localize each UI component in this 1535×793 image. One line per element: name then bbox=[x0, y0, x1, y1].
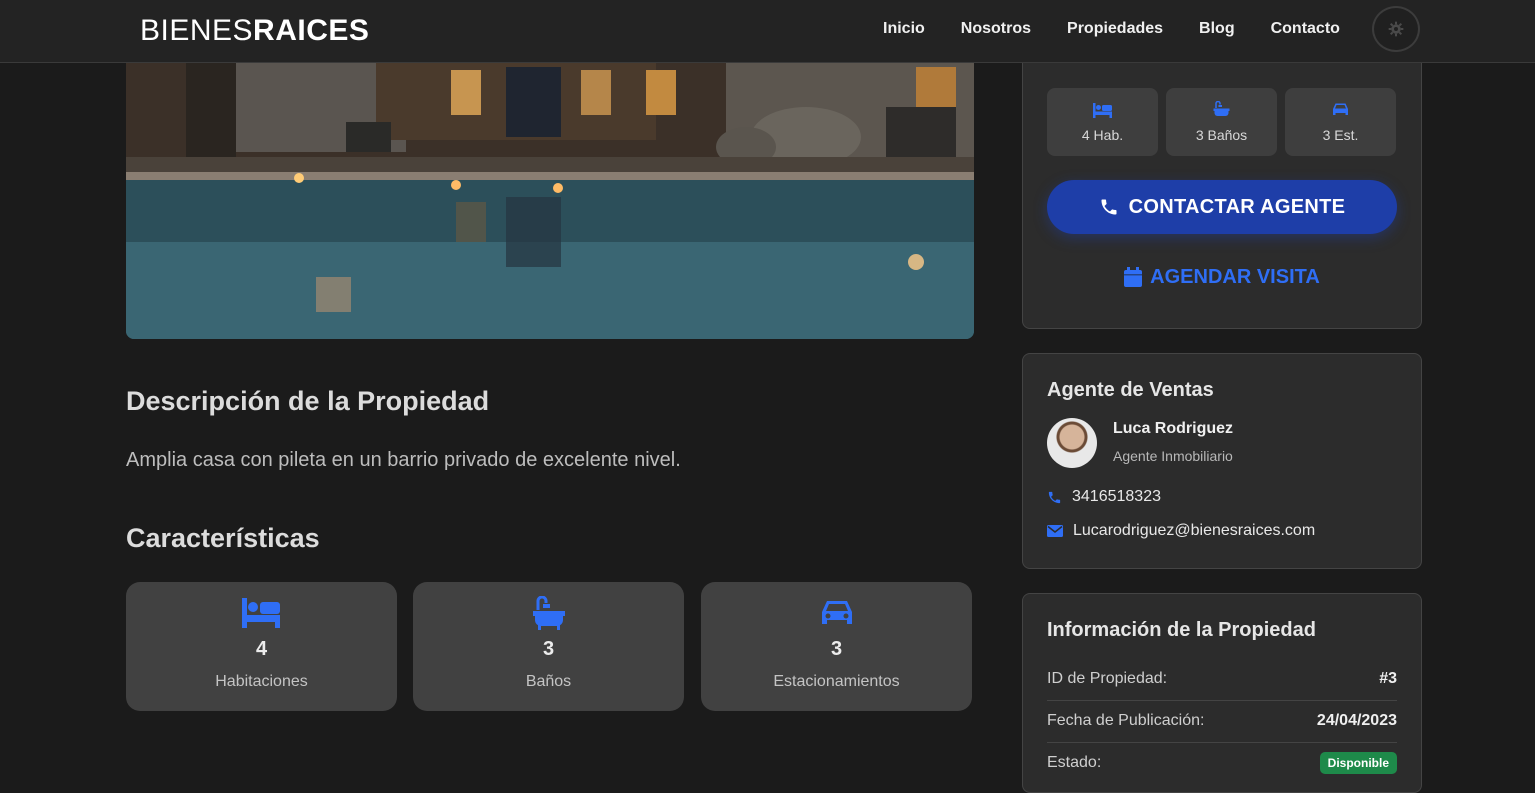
feature-card-estacionamientos: 3 Estacionamientos bbox=[701, 582, 972, 711]
agent-card: Agente de Ventas Luca Rodriguez Agente I… bbox=[1022, 353, 1422, 569]
description-title: Descripción de la Propiedad bbox=[126, 386, 490, 416]
nav-link-propiedades[interactable]: Propiedades bbox=[1067, 20, 1163, 38]
info-value: 24/04/2023 bbox=[1316, 712, 1397, 729]
property-info-card: Información de la Propiedad ID de Propie… bbox=[1022, 593, 1422, 793]
phone-icon bbox=[1048, 491, 1061, 503]
site-logo[interactable]: BIENESRAICES bbox=[140, 12, 369, 50]
feature-label: Estacionamientos bbox=[773, 673, 900, 690]
quick-stat-habitaciones: 4 Hab. bbox=[1047, 88, 1158, 156]
feature-value: 3 bbox=[542, 638, 555, 660]
schedule-visit-label: AGENDAR VISITA bbox=[1150, 265, 1320, 288]
bath-icon bbox=[1213, 101, 1230, 116]
quick-stat-label: 4 Hab. bbox=[1081, 127, 1124, 143]
feature-value: 3 bbox=[830, 638, 843, 660]
theme-toggle-button[interactable] bbox=[1372, 6, 1420, 52]
agent-email: Lucarodriguez@bienesraices.com bbox=[1073, 522, 1316, 539]
schedule-visit-button[interactable]: AGENDAR VISITA bbox=[1047, 254, 1397, 300]
features-title: Características bbox=[126, 523, 320, 553]
feature-card-habitaciones: 4 Habitaciones bbox=[126, 582, 397, 711]
agent-email-row[interactable]: Lucarodriguez@bienesraices.com bbox=[1047, 522, 1315, 540]
nav-link-inicio[interactable]: Inicio bbox=[883, 20, 925, 38]
nav-link-contacto[interactable]: Contacto bbox=[1271, 20, 1340, 38]
bed-icon bbox=[1093, 103, 1112, 118]
bed-icon bbox=[242, 598, 280, 628]
contact-agent-button[interactable]: CONTACTAR AGENTE bbox=[1047, 180, 1397, 234]
phone-icon bbox=[1101, 199, 1117, 215]
status-badge: Disponible bbox=[1319, 752, 1397, 774]
calendar-icon bbox=[1124, 267, 1143, 287]
agent-name: Luca Rodriguez bbox=[1113, 420, 1234, 437]
logo-light-text: BIENES bbox=[140, 14, 254, 47]
main-nav: Inicio Nosotros Propiedades Blog Contact… bbox=[847, 0, 1340, 58]
feature-label: Baños bbox=[525, 673, 572, 690]
quick-stat-label: 3 Baños bbox=[1195, 127, 1248, 143]
quick-stat-estacionamientos: 3 Est. bbox=[1285, 88, 1396, 156]
quick-stat-banos: 3 Baños bbox=[1166, 88, 1277, 156]
avatar bbox=[1047, 418, 1097, 468]
agent-role: Agente Inmobiliario bbox=[1113, 448, 1233, 464]
nav-link-blog[interactable]: Blog bbox=[1199, 20, 1235, 38]
contact-agent-label: CONTACTAR AGENTE bbox=[1128, 195, 1346, 218]
car-icon bbox=[1333, 103, 1348, 115]
info-row-date: Fecha de Publicación: 24/04/2023 bbox=[1047, 700, 1397, 743]
property-image bbox=[126, 62, 974, 339]
info-key: Estado: bbox=[1047, 754, 1102, 771]
property-info-title: Información de la Propiedad bbox=[1047, 619, 1316, 641]
agent-phone: 3416518323 bbox=[1072, 488, 1161, 505]
quick-stat-label: 3 Est. bbox=[1322, 127, 1359, 143]
feature-card-banos: 3 Baños bbox=[413, 582, 684, 711]
gear-icon bbox=[1388, 21, 1404, 37]
envelope-icon bbox=[1047, 525, 1063, 537]
top-navbar: BIENESRAICES Inicio Nosotros Propiedades… bbox=[0, 0, 1535, 63]
description-text: Amplia casa con pileta en un barrio priv… bbox=[126, 449, 681, 471]
pool-house-photo bbox=[126, 62, 974, 339]
agent-phone-row[interactable]: 3416518323 bbox=[1047, 488, 1161, 506]
info-row-id: ID de Propiedad: #3 bbox=[1047, 658, 1397, 701]
info-value: #3 bbox=[1379, 670, 1397, 687]
bath-icon bbox=[533, 596, 565, 630]
nav-link-nosotros[interactable]: Nosotros bbox=[961, 20, 1031, 38]
info-key: Fecha de Publicación: bbox=[1047, 712, 1205, 729]
feature-label: Habitaciones bbox=[215, 673, 308, 690]
info-row-status: Estado: Disponible bbox=[1047, 742, 1397, 784]
car-icon bbox=[822, 601, 852, 624]
info-key: ID de Propiedad: bbox=[1047, 670, 1168, 687]
agent-card-title: Agente de Ventas bbox=[1047, 379, 1214, 401]
feature-value: 4 bbox=[255, 638, 268, 660]
logo-bold-text: RAICES bbox=[253, 14, 370, 47]
